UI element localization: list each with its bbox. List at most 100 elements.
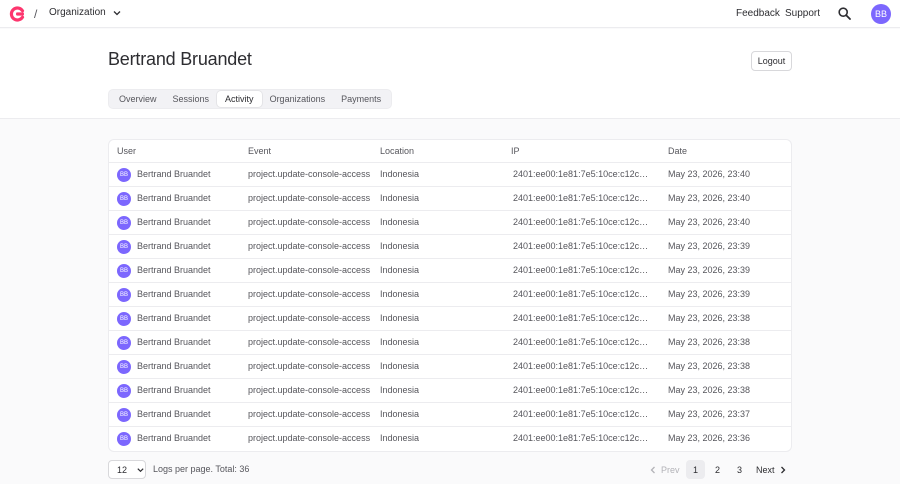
table-row[interactable]: BB Bertrand Bruandet project.update-consol… — [109, 283, 791, 307]
tab-sessions[interactable]: Sessions — [165, 91, 218, 107]
cell-date: May 23, 2026, 23:39 — [668, 289, 751, 299]
cell-location: Indonesia — [380, 361, 420, 371]
chevron-down-icon — [113, 10, 121, 15]
cell-location: Indonesia — [380, 409, 420, 419]
user-avatar-small: BB — [117, 264, 131, 278]
user-header: Bertrand Bruandet Logout Overview Sessio… — [0, 29, 900, 119]
cell-date: May 23, 2026, 23:40 — [668, 169, 751, 179]
cell-user: Bertrand Bruandet — [137, 337, 211, 347]
user-avatar-small: BB — [117, 408, 131, 422]
prev-page-button[interactable]: Prev — [648, 460, 680, 479]
page-button-2[interactable]: 2 — [708, 460, 727, 479]
prev-label: Prev — [661, 464, 680, 475]
support-link[interactable]: Support — [785, 8, 820, 19]
table-header: User Event Location IP Date — [109, 140, 791, 163]
cell-ip: 2401:ee00:1e81:7e5:10ce:c12c:9... — [513, 217, 649, 227]
column-header-event: Event — [248, 146, 272, 156]
cell-date: May 23, 2026, 23:40 — [668, 217, 751, 227]
table-row[interactable]: BB Bertrand Bruandet project.update-consol… — [109, 331, 791, 355]
table-row[interactable]: BB Bertrand Bruandet project.update-consol… — [109, 355, 791, 379]
cell-location: Indonesia — [380, 241, 420, 251]
cell-date: May 23, 2026, 23:38 — [668, 361, 751, 371]
page-button-3[interactable]: 3 — [730, 460, 749, 479]
cell-date: May 23, 2026, 23:36 — [668, 433, 751, 443]
cell-location: Indonesia — [380, 433, 420, 443]
column-header-user: User — [117, 146, 137, 156]
per-page-value: 12 — [117, 464, 128, 475]
column-header-date: Date — [668, 146, 688, 156]
page-button-1[interactable]: 1 — [686, 460, 705, 479]
cell-user: Bertrand Bruandet — [137, 361, 211, 371]
table-row[interactable]: BB Bertrand Bruandet project.update-consol… — [109, 211, 791, 235]
search-icon[interactable] — [838, 7, 851, 20]
table-row[interactable]: BB Bertrand Bruandet project.update-consol… — [109, 187, 791, 211]
top-bar: / Organization Feedback Support BB — [0, 0, 900, 28]
table-row[interactable]: BB Bertrand Bruandet project.update-consol… — [109, 259, 791, 283]
cell-ip: 2401:ee00:1e81:7e5:10ce:c12c:9... — [513, 361, 649, 371]
cell-ip: 2401:ee00:1e81:7e5:10ce:c12c:9... — [513, 289, 649, 299]
cell-ip: 2401:ee00:1e81:7e5:10ce:c12c:9... — [513, 265, 649, 275]
cell-ip: 2401:ee00:1e81:7e5:10ce:c12c:9... — [513, 409, 649, 419]
chevron-right-icon — [780, 466, 785, 473]
next-label: Next — [756, 464, 775, 475]
cell-event: project.update-console-access — [248, 169, 371, 179]
cell-location: Indonesia — [380, 337, 420, 347]
cell-location: Indonesia — [380, 217, 420, 227]
user-avatar-small: BB — [117, 336, 131, 350]
page-numbers: 1 2 3 — [686, 460, 749, 479]
tab-organizations[interactable]: Organizations — [262, 91, 334, 107]
tab-activity[interactable]: Activity — [217, 91, 262, 107]
cell-event: project.update-console-access — [248, 361, 371, 371]
cell-location: Indonesia — [380, 265, 420, 275]
table-row[interactable]: BB Bertrand Bruandet project.update-consol… — [109, 379, 791, 403]
cell-user: Bertrand Bruandet — [137, 433, 211, 443]
user-avatar-small: BB — [117, 192, 131, 206]
logout-button[interactable]: Logout — [751, 51, 792, 71]
cell-event: project.update-console-access — [248, 289, 371, 299]
cell-ip: 2401:ee00:1e81:7e5:10ce:c12c:9... — [513, 241, 649, 251]
appwrite-logo-icon[interactable] — [9, 6, 25, 22]
tab-overview[interactable]: Overview — [111, 91, 165, 107]
table-row[interactable]: BB Bertrand Bruandet project.update-consol… — [109, 403, 791, 427]
user-avatar[interactable]: BB — [871, 4, 891, 24]
next-page-button[interactable]: Next — [756, 460, 788, 479]
chevron-down-icon — [137, 467, 144, 472]
table-row[interactable]: BB Bertrand Bruandet project.update-consol… — [109, 163, 791, 187]
page-title: Bertrand Bruandet — [108, 49, 252, 69]
cell-ip: 2401:ee00:1e81:7e5:10ce:c12c:9... — [513, 385, 649, 395]
cell-ip: 2401:ee00:1e81:7e5:10ce:c12c:9... — [513, 433, 649, 443]
cell-user: Bertrand Bruandet — [137, 241, 211, 251]
user-avatar-small: BB — [117, 288, 131, 302]
table-row[interactable]: BB Bertrand Bruandet project.update-consol… — [109, 307, 791, 331]
cell-user: Bertrand Bruandet — [137, 265, 211, 275]
table-row[interactable]: BB Bertrand Bruandet project.update-consol… — [109, 427, 791, 451]
cell-date: May 23, 2026, 23:39 — [668, 241, 751, 251]
column-header-ip: IP — [511, 146, 520, 156]
cell-user: Bertrand Bruandet — [137, 409, 211, 419]
cell-user: Bertrand Bruandet — [137, 193, 211, 203]
cell-date: May 23, 2026, 23:38 — [668, 313, 751, 323]
cell-user: Bertrand Bruandet — [137, 169, 211, 179]
user-avatar-small: BB — [117, 168, 131, 182]
cell-location: Indonesia — [380, 313, 420, 323]
cell-event: project.update-console-access — [248, 337, 371, 347]
cell-location: Indonesia — [380, 169, 420, 179]
logs-per-page-select[interactable]: 12 — [108, 460, 146, 479]
organization-label: Organization — [49, 7, 106, 18]
organization-switcher[interactable]: Organization — [49, 7, 122, 18]
table-body: BB Bertrand Bruandet project.update-consol… — [109, 163, 791, 451]
logs-total-info: Logs per page. Total: 36 — [153, 464, 250, 474]
cell-location: Indonesia — [380, 385, 420, 395]
table-row[interactable]: BB Bertrand Bruandet project.update-consol… — [109, 235, 791, 259]
feedback-link[interactable]: Feedback — [736, 8, 780, 19]
cell-event: project.update-console-access — [248, 385, 371, 395]
cell-date: May 23, 2026, 23:38 — [668, 337, 751, 347]
activity-table: User Event Location IP Date BB Bertrand B… — [108, 139, 792, 452]
cell-user: Bertrand Bruandet — [137, 217, 211, 227]
cell-event: project.update-console-access — [248, 313, 371, 323]
cell-event: project.update-console-access — [248, 433, 371, 443]
cell-date: May 23, 2026, 23:37 — [668, 409, 751, 419]
cell-ip: 2401:ee00:1e81:7e5:10ce:c12c:9... — [513, 337, 649, 347]
tab-payments[interactable]: Payments — [333, 91, 389, 107]
cell-user: Bertrand Bruandet — [137, 289, 211, 299]
